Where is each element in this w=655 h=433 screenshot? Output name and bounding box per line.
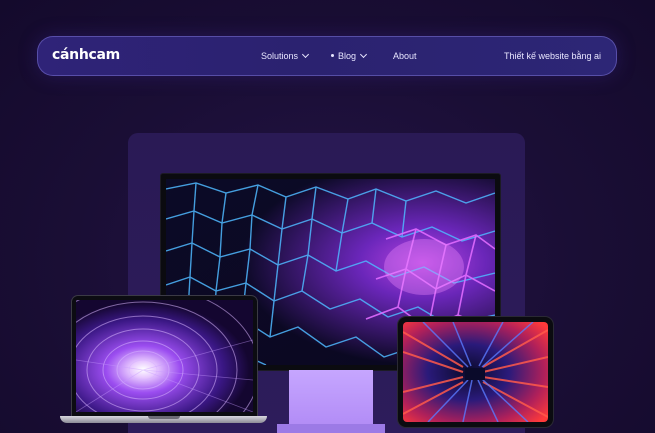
cta-link[interactable]: Thiết kế website bằng ai bbox=[504, 51, 601, 61]
chevron-down-icon bbox=[359, 50, 368, 59]
nav-item-solutions[interactable]: Solutions bbox=[261, 50, 310, 61]
nav-item-about[interactable]: About bbox=[393, 51, 417, 61]
chevron-down-icon bbox=[301, 50, 310, 59]
laptop-screen-image bbox=[76, 300, 253, 412]
tablet bbox=[398, 317, 553, 427]
tablet-screen-image bbox=[403, 322, 548, 422]
brand-logo[interactable]: cánhcam bbox=[52, 47, 120, 63]
page: cánhcam Solutions Blog About Thiết kế we… bbox=[0, 0, 655, 433]
dot-icon bbox=[331, 54, 334, 57]
laptop-notch bbox=[148, 416, 180, 419]
laptop bbox=[72, 296, 257, 416]
monitor-stand-base bbox=[277, 424, 385, 433]
nav-item-blog[interactable]: Blog bbox=[331, 50, 368, 61]
navbar: cánhcam Solutions Blog About Thiết kế we… bbox=[37, 36, 617, 76]
nav-item-about-label: About bbox=[393, 51, 417, 61]
nav-item-blog-label: Blog bbox=[338, 51, 357, 61]
nav-item-solutions-label: Solutions bbox=[261, 51, 299, 61]
monitor-stand bbox=[289, 370, 373, 426]
